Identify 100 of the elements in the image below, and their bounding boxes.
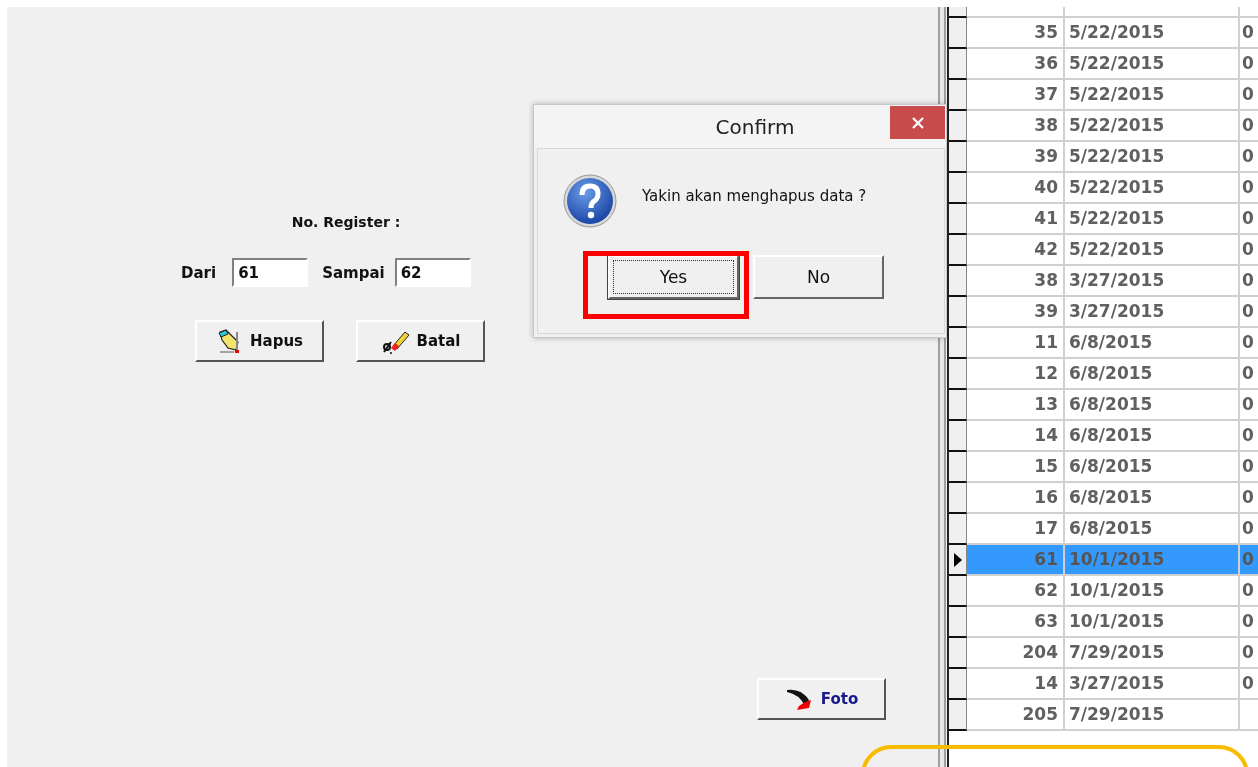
table-cell: 3/27/2015 [1065, 266, 1240, 297]
row-selector[interactable] [949, 700, 967, 731]
table-cell: 0 [1240, 204, 1258, 235]
table-cell: 0 [1240, 18, 1258, 49]
table-cell: 6/8/2015 [1065, 390, 1240, 421]
yes-button[interactable]: Yes [608, 255, 739, 299]
table-cell: 0 [1240, 359, 1258, 390]
table-cell: 39 [967, 142, 1065, 173]
to-field[interactable]: 62 [394, 258, 471, 287]
table-cell: 11 [967, 328, 1065, 359]
table-cell: 3/27/2015 [1065, 297, 1240, 328]
table-cell: 10/1/2015 [1065, 545, 1240, 576]
table-cell: 35 [967, 18, 1065, 49]
table-cell: 5/22/2015 [1065, 111, 1240, 142]
close-button[interactable] [890, 106, 945, 139]
from-label: Dari [181, 263, 217, 282]
close-icon [911, 116, 924, 129]
question-icon [562, 173, 618, 229]
table-cell: 6/8/2015 [1065, 359, 1240, 390]
row-selector[interactable] [949, 142, 967, 173]
table-cell: 62 [967, 576, 1065, 607]
table-cell: 10/1/2015 [1065, 576, 1240, 607]
no-button[interactable]: No [753, 255, 884, 299]
table-cell: 6/8/2015 [1065, 328, 1240, 359]
table-cell: 0 [1240, 49, 1258, 80]
table-cell: 36 [967, 49, 1065, 80]
table-cell: 0 [1240, 607, 1258, 638]
row-selector[interactable] [949, 669, 967, 700]
row-selector[interactable] [949, 483, 967, 514]
to-label: Sampai [322, 263, 385, 282]
table-cell: 0 [1240, 390, 1258, 421]
table-cell: 13 [967, 390, 1065, 421]
table-cell: 12 [967, 359, 1065, 390]
table-cell: 0 [1240, 173, 1258, 204]
table-cell: 0 [1240, 576, 1258, 607]
dialog-title: Confirm [715, 114, 795, 139]
table-cell: 5/22/2015 [1065, 142, 1240, 173]
row-selector[interactable] [949, 18, 967, 49]
delete-button[interactable]: Hapus [195, 320, 324, 362]
table-cell: 0 [1240, 483, 1258, 514]
table-cell: 5/22/2015 [1065, 80, 1240, 111]
form-heading: No. Register : [291, 214, 401, 230]
table-cell: 0 [1240, 111, 1258, 142]
row-selector[interactable] [949, 328, 967, 359]
table-cell: 42 [967, 235, 1065, 266]
row-selector[interactable] [949, 173, 967, 204]
row-selector[interactable] [949, 49, 967, 80]
row-selector[interactable] [949, 576, 967, 607]
table-cell: 6/8/2015 [1065, 483, 1240, 514]
table-cell: 5/22/2015 [1065, 173, 1240, 204]
table-cell: 5/22/2015 [1065, 18, 1240, 49]
table-cell: 0 [1240, 235, 1258, 266]
table-cell: 3/27/2015 [1065, 669, 1240, 700]
table-cell: 39 [967, 297, 1065, 328]
table-cell: 0 [1240, 638, 1258, 669]
row-selector[interactable] [949, 390, 967, 421]
row-selector[interactable] [949, 452, 967, 483]
row-selector[interactable] [949, 80, 967, 111]
row-selector[interactable] [949, 421, 967, 452]
row-selector[interactable] [949, 359, 967, 390]
row-selector[interactable] [949, 545, 967, 576]
table-cell: 5/22/2015 [1065, 235, 1240, 266]
table-cell: 14 [967, 669, 1065, 700]
table-cell: 38 [967, 111, 1065, 142]
row-selector[interactable] [949, 607, 967, 638]
table-cell: 0 [1240, 328, 1258, 359]
row-selector[interactable] [949, 266, 967, 297]
row-pointer-icon [953, 552, 962, 567]
table-cell: 5/22/2015 [1065, 49, 1240, 80]
table-cell: 41 [967, 204, 1065, 235]
table-cell: 63 [967, 607, 1065, 638]
table-cell: 38 [967, 266, 1065, 297]
table-cell: 205 [967, 700, 1065, 731]
table-cell: 0 [1240, 421, 1258, 452]
photo-button[interactable]: Foto [757, 678, 886, 720]
table-cell: 14 [967, 421, 1065, 452]
table-cell: 0 [1240, 80, 1258, 111]
row-selector[interactable] [949, 111, 967, 142]
table-cell: 16 [967, 483, 1065, 514]
table-cell: 10/1/2015 [1065, 607, 1240, 638]
from-field[interactable]: 61 [232, 258, 309, 287]
table-cell: 0 [1240, 545, 1258, 576]
dialog-message: Yakin akan menghapus data ? [642, 187, 867, 205]
row-selector[interactable] [949, 235, 967, 266]
table-cell: 0 [1240, 452, 1258, 483]
row-selector[interactable] [949, 7, 967, 18]
table-cell: 37 [967, 80, 1065, 111]
row-selector[interactable] [949, 204, 967, 235]
row-selector[interactable] [949, 514, 967, 545]
table-cell: 5/22/2015 [1065, 204, 1240, 235]
table-cell: 15 [967, 452, 1065, 483]
row-selector[interactable] [949, 638, 967, 669]
table-cell: 0 [1240, 297, 1258, 328]
table-cell: 204 [967, 638, 1065, 669]
cancel-button[interactable]: Batal [356, 320, 485, 362]
table-cell: 6/8/2015 [1065, 452, 1240, 483]
row-selector[interactable] [949, 297, 967, 328]
table-cell: 0 [1240, 142, 1258, 173]
table-cell: 6/8/2015 [1065, 421, 1240, 452]
table-cell: 7/29/2015 [1065, 700, 1240, 731]
